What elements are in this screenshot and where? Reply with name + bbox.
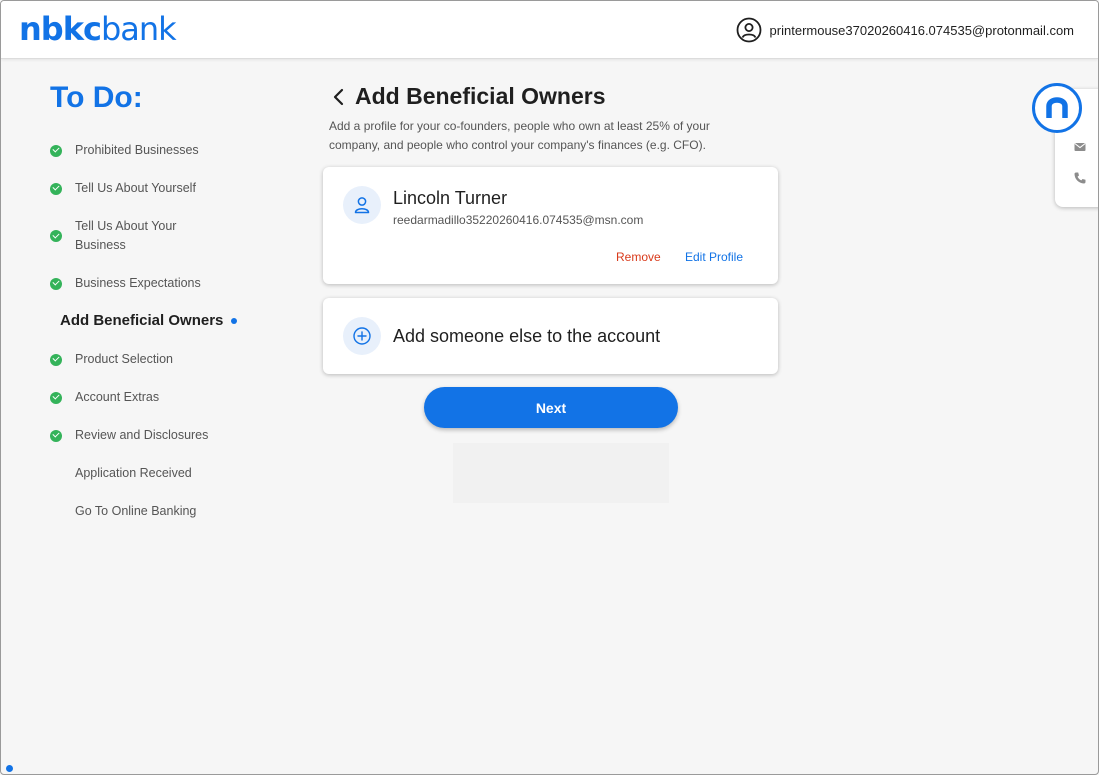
- person-icon: [354, 197, 370, 214]
- step-tell-us-about-yourself[interactable]: Tell Us About Yourself: [50, 179, 270, 198]
- mail-icon[interactable]: [1073, 140, 1087, 154]
- step-label: Product Selection: [75, 352, 173, 366]
- placeholder-area: [453, 443, 669, 503]
- step-business-expectations[interactable]: Business Expectations: [50, 274, 270, 293]
- step-label: Tell Us About Your Business: [75, 219, 177, 252]
- step-account-extras[interactable]: Account Extras: [50, 388, 270, 407]
- step-application-received: Application Received: [50, 464, 270, 483]
- owner-email: reedarmadillo35220260416.074535@msn.com: [393, 213, 644, 227]
- step-prohibited-businesses[interactable]: Prohibited Businesses: [50, 141, 270, 160]
- step-label: Go To Online Banking: [75, 504, 197, 518]
- user-menu[interactable]: printermouse37020260416.074535@protonmai…: [736, 16, 1074, 44]
- logo-light-text: bank: [100, 10, 177, 48]
- owner-name: Lincoln Turner: [393, 188, 508, 208]
- page-header: Add Beneficial Owners: [331, 83, 606, 110]
- step-label: Business Expectations: [75, 276, 201, 290]
- edit-profile-link[interactable]: Edit Profile: [685, 250, 743, 264]
- phone-icon[interactable]: [1073, 171, 1087, 185]
- remove-owner-link[interactable]: Remove: [616, 250, 661, 264]
- current-step-dot: [231, 317, 238, 324]
- step-product-selection[interactable]: Product Selection: [50, 350, 270, 369]
- user-email: printermouse37020260416.074535@protonmai…: [769, 22, 1074, 38]
- step-label: Application Received: [75, 466, 192, 480]
- n-logo-icon: [1046, 97, 1068, 118]
- step-label: Prohibited Businesses: [75, 143, 199, 157]
- next-button[interactable]: Next: [424, 387, 678, 428]
- app-window: nbkcbank printermouse37020260416.074535@…: [0, 0, 1099, 775]
- step-label: Review and Disclosures: [75, 428, 209, 442]
- check-icon: [50, 391, 62, 404]
- plus-circle-icon: [353, 327, 371, 345]
- add-icon-circle: [343, 317, 381, 355]
- add-owner-label: Add someone else to the account: [393, 326, 661, 346]
- check-icon: [50, 230, 62, 242]
- user-circle-icon: [736, 17, 761, 43]
- step-add-beneficial-owners[interactable]: Add Beneficial Owners: [50, 311, 270, 330]
- step-tell-us-about-your-business[interactable]: Tell Us About Your Business: [50, 217, 225, 255]
- add-owner-card[interactable]: Add someone else to the account: [323, 298, 778, 374]
- step-label: Tell Us About Yourself: [75, 181, 196, 195]
- nbkc-logo[interactable]: nbkcbank: [19, 10, 177, 48]
- page-subtitle: Add a profile for your co-founders, peop…: [329, 119, 710, 152]
- chat-launcher-button[interactable]: [1032, 83, 1082, 133]
- check-icon: [50, 353, 62, 366]
- check-icon: [50, 144, 62, 157]
- avatar: [343, 186, 381, 224]
- step-label: Add Beneficial Owners: [60, 312, 224, 329]
- logo-bold-text: nbkc: [19, 10, 102, 48]
- check-icon: [50, 429, 62, 442]
- step-review-and-disclosures[interactable]: Review and Disclosures: [50, 426, 270, 445]
- status-dot: [6, 765, 13, 772]
- todo-title: To Do:: [50, 81, 143, 114]
- owner-card: Lincoln Turner reedarmadillo35220260416.…: [323, 167, 778, 284]
- step-go-to-online-banking: Go To Online Banking: [50, 502, 270, 521]
- page-title: Add Beneficial Owners: [355, 83, 606, 109]
- check-icon: [50, 277, 62, 290]
- check-icon: [50, 182, 62, 195]
- chevron-left-icon[interactable]: [331, 87, 345, 107]
- step-label: Account Extras: [75, 390, 160, 404]
- top-header: nbkcbank printermouse37020260416.074535@…: [1, 1, 1098, 59]
